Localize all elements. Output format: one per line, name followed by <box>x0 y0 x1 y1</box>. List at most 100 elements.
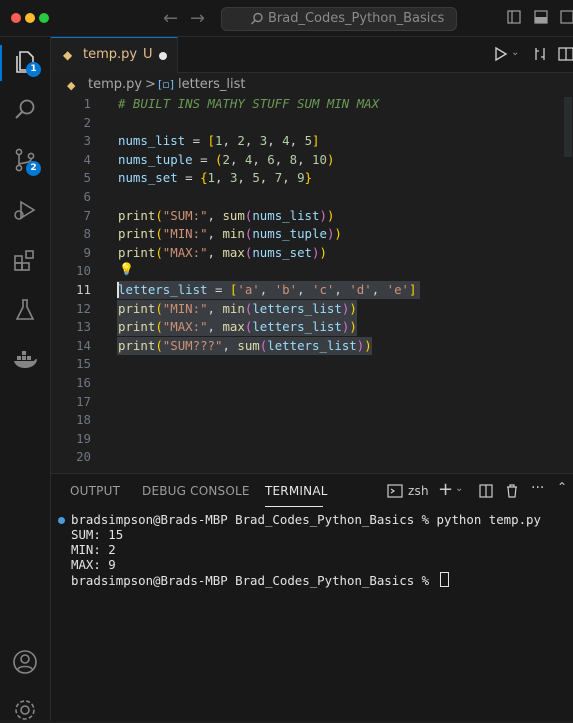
run-and-debug-icon[interactable] <box>12 197 38 223</box>
bottom-panel: OUTPUT DEBUG CONSOLE TERMINAL zsh + ⌄ ··… <box>51 473 573 721</box>
code-text: nums_list = [1, 2, 3, 4, 5] <box>118 133 320 149</box>
active-tab-underline <box>265 506 323 507</box>
toggle-panel-icon[interactable] <box>534 10 548 24</box>
editor-tab-bar: ◆ temp.py U ⌄ <box>51 37 573 73</box>
code-line[interactable]: 1 # BUILT INS MATHY STUFF SUM MIN MAX <box>51 95 563 114</box>
forward-arrow-icon[interactable]: → <box>190 8 205 29</box>
split-terminal-icon[interactable] <box>479 484 493 498</box>
search-icon[interactable] <box>12 97 38 123</box>
terminal-shell-icon <box>387 484 403 498</box>
code-line[interactable]: 19 <box>51 430 563 449</box>
unsaved-dot-icon[interactable] <box>159 52 167 60</box>
breadcrumb: ◆ temp.py > [▫] letters_list <box>51 74 573 94</box>
docker-icon[interactable] <box>12 347 38 373</box>
tab-temp-py[interactable]: ◆ temp.py U <box>51 37 178 73</box>
text-cursor <box>117 282 119 298</box>
code-line[interactable]: 17 <box>51 393 563 412</box>
breadcrumb-separator: > <box>145 77 156 92</box>
terminal-shell-name[interactable]: zsh <box>408 484 429 498</box>
terminal-output[interactable]: bradsimpson@Brads-MBP Brad_Codes_Python_… <box>71 512 541 588</box>
code-text: nums_tuple = (2, 4, 6, 8, 10) <box>118 151 335 167</box>
zoom-window-button[interactable] <box>39 13 49 23</box>
code-line[interactable]: 16 <box>51 374 563 393</box>
code-line[interactable]: 10 💡 <box>51 262 563 281</box>
line-number: 6 <box>83 189 91 204</box>
code-line[interactable]: 5 nums_set = {1, 3, 5, 7, 9} <box>51 169 563 188</box>
terminal-cursor <box>439 572 449 587</box>
testing-flask-icon[interactable] <box>12 297 38 323</box>
python-file-icon: ◆ <box>67 79 76 92</box>
close-window-button[interactable] <box>11 13 21 23</box>
code-line[interactable]: 9 print("MAX:", max(nums_set)) <box>51 244 563 263</box>
terminal-line: MAX: 9 <box>71 557 116 572</box>
split-editor-icon[interactable] <box>558 46 573 62</box>
source-control-badge: 2 <box>26 161 41 176</box>
lightbulb-icon[interactable]: 💡 <box>119 262 134 276</box>
run-dropdown-chevron-icon[interactable]: ⌄ <box>511 47 519 58</box>
maximize-panel-chevron-icon[interactable]: ⌃ <box>557 480 567 494</box>
breadcrumb-symbol[interactable]: letters_list <box>178 77 246 92</box>
code-line[interactable]: 18 <box>51 411 563 430</box>
code-line-current[interactable]: 11 letters_list = ['a', 'b', 'c', 'd', '… <box>51 281 563 300</box>
code-text: # BUILT INS MATHY STUFF SUM MIN MAX <box>118 96 380 111</box>
line-number: 20 <box>76 449 91 465</box>
tab-label: temp.py <box>83 47 138 62</box>
command-center-search[interactable]: Brad_Codes_Python_Basics <box>221 7 457 31</box>
accounts-icon[interactable] <box>12 649 38 675</box>
line-number: 12 <box>76 300 91 316</box>
line-number: 11 <box>76 282 91 297</box>
code-text: print("SUM???", sum(letters_list)) <box>118 337 372 353</box>
line-number: 17 <box>76 393 91 409</box>
tab-output[interactable]: OUTPUT <box>70 484 120 498</box>
code-text: print("MIN:", min(letters_list)) <box>118 300 357 316</box>
code-text: print("MAX:", max(nums_set)) <box>118 244 327 260</box>
code-line[interactable]: 8 print("MIN:", min(nums_tuple)) <box>51 225 563 244</box>
tab-debug-console[interactable]: DEBUG CONSOLE <box>142 484 250 498</box>
code-line[interactable]: 12 print("MIN:", min(letters_list)) <box>51 299 563 319</box>
back-arrow-icon[interactable]: ← <box>163 8 178 29</box>
line-number: 5 <box>83 170 91 186</box>
code-line[interactable]: 6 <box>51 188 563 207</box>
new-terminal-plus-icon[interactable]: + <box>438 479 453 500</box>
terminal-prompt: bradsimpson@Brads-MBP Brad_Codes_Python_… <box>71 573 437 588</box>
code-line[interactable]: 14 print("SUM???", sum(letters_list)) <box>51 336 563 356</box>
command-decoration-icon <box>58 517 65 524</box>
line-number: 8 <box>83 226 91 242</box>
code-line[interactable]: 20 <box>51 448 563 467</box>
title-bar: ← → Brad_Codes_Python_Basics <box>0 0 573 37</box>
code-line[interactable]: 13 print("MAX:", max(letters_list)) <box>51 318 563 337</box>
code-line[interactable]: 4 nums_tuple = (2, 4, 6, 8, 10) <box>51 151 563 170</box>
line-number: 13 <box>76 319 91 335</box>
activity-bar: 1 2 <box>0 37 51 720</box>
more-actions-icon[interactable]: ··· <box>531 480 544 496</box>
code-line[interactable]: 7 print("SUM:", sum(nums_list)) <box>51 207 563 226</box>
minimize-window-button[interactable] <box>25 13 35 23</box>
code-text: print("MAX:", max(letters_list)) <box>118 319 357 335</box>
code-text: print("SUM:", sum(nums_list)) <box>118 207 335 223</box>
search-icon <box>251 12 263 25</box>
code-line[interactable]: 15 <box>51 355 563 374</box>
breadcrumb-file[interactable]: temp.py <box>88 77 142 92</box>
active-indicator <box>0 45 2 81</box>
terminal-line: bradsimpson@Brads-MBP Brad_Codes_Python_… <box>71 512 541 527</box>
terminal-line: SUM: 15 <box>71 527 124 542</box>
toggle-secondary-sidebar-icon[interactable] <box>560 10 573 24</box>
terminal-dropdown-chevron-icon[interactable]: ⌄ <box>455 483 463 494</box>
explorer-badge: 1 <box>26 62 41 77</box>
toggle-primary-sidebar-icon[interactable] <box>507 10 521 24</box>
kill-terminal-trash-icon[interactable] <box>505 484 519 498</box>
line-number: 3 <box>83 133 91 149</box>
tab-terminal[interactable]: TERMINAL <box>265 484 328 498</box>
line-number: 14 <box>76 337 91 353</box>
manage-gear-icon[interactable] <box>12 697 38 723</box>
extensions-icon[interactable] <box>12 247 38 273</box>
terminal-prompt-line: bradsimpson@Brads-MBP Brad_Codes_Python_… <box>71 572 541 588</box>
code-editor[interactable]: 1 # BUILT INS MATHY STUFF SUM MIN MAX 2 … <box>51 95 573 473</box>
open-changes-icon[interactable] <box>532 46 548 62</box>
line-number: 18 <box>76 412 91 428</box>
code-line[interactable]: 3 nums_list = [1, 2, 3, 4, 5] <box>51 132 563 151</box>
code-line[interactable]: 2 <box>51 114 563 133</box>
variable-symbol-icon: [▫] <box>158 78 175 91</box>
minimap[interactable] <box>563 95 573 473</box>
run-python-file-icon[interactable] <box>492 46 508 62</box>
